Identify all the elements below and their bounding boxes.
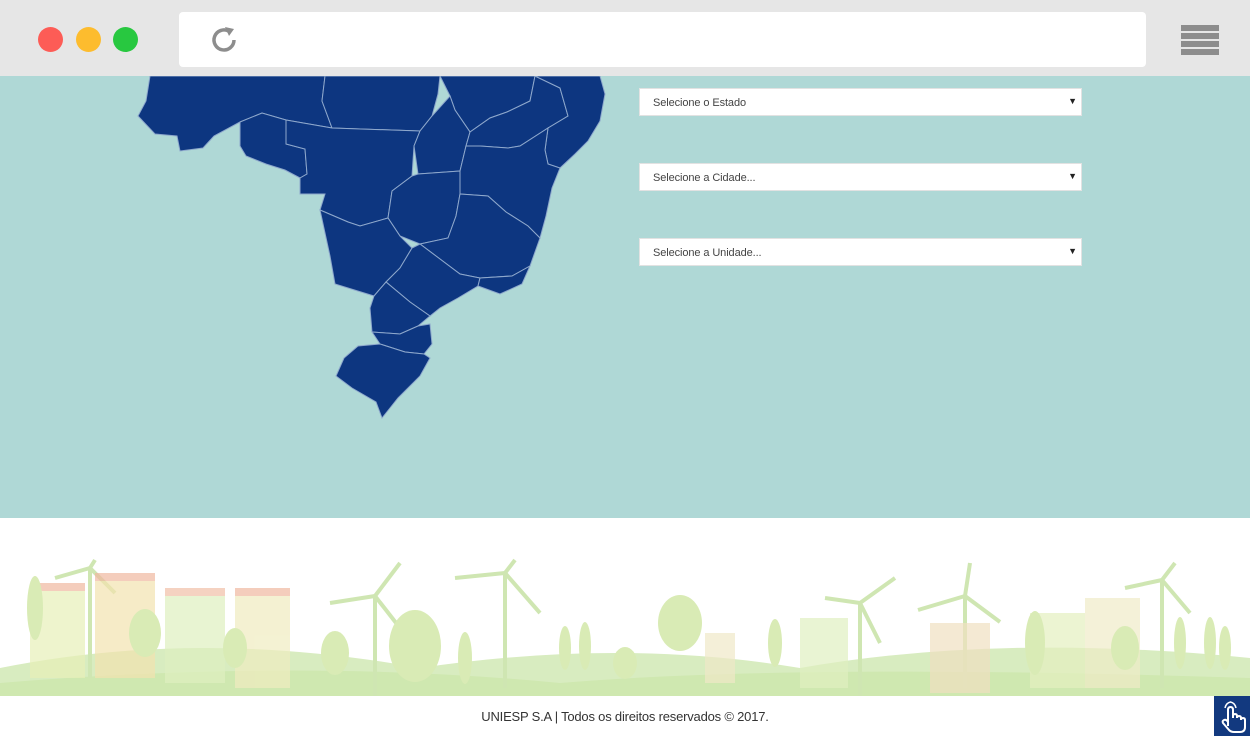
unit-select-placeholder: Selecione a Unidade... xyxy=(653,247,762,259)
chevron-down-icon: ▼ xyxy=(1068,171,1077,181)
pointer-hand-icon[interactable] xyxy=(1214,696,1250,736)
maximize-window-button[interactable] xyxy=(113,27,138,52)
close-window-button[interactable] xyxy=(38,27,63,52)
footer-illustration xyxy=(0,518,1250,696)
city-select[interactable]: Selecione a Cidade... ▼ xyxy=(639,163,1082,191)
city-select-placeholder: Selecione a Cidade... xyxy=(653,172,756,184)
reload-icon[interactable] xyxy=(208,24,240,56)
hamburger-menu-icon[interactable] xyxy=(1181,25,1219,55)
main-content: Selecione o Estado ▼ Selecione a Cidade.… xyxy=(0,76,1250,518)
address-bar[interactable] xyxy=(179,12,1146,67)
chevron-down-icon: ▼ xyxy=(1068,96,1077,106)
state-select[interactable]: Selecione o Estado ▼ xyxy=(639,88,1082,116)
city-landscape-illustration xyxy=(0,558,1250,696)
browser-toolbar xyxy=(0,0,1250,76)
unit-select[interactable]: Selecione a Unidade... ▼ xyxy=(639,238,1082,266)
chevron-down-icon: ▼ xyxy=(1068,246,1077,256)
brazil-map[interactable] xyxy=(0,76,640,518)
copyright-text: UNIESP S.A | Todos os direitos reservado… xyxy=(481,709,769,724)
state-select-placeholder: Selecione o Estado xyxy=(653,97,746,109)
footer: UNIESP S.A | Todos os direitos reservado… xyxy=(0,696,1250,736)
minimize-window-button[interactable] xyxy=(76,27,101,52)
